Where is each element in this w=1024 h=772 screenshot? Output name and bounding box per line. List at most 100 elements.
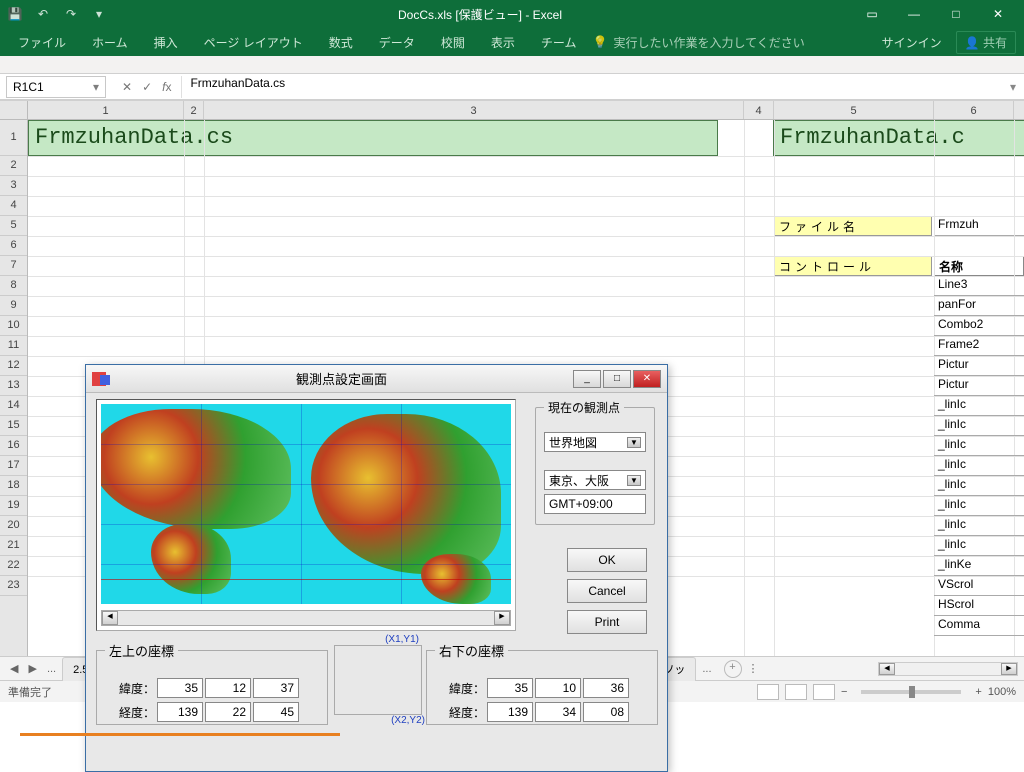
cell-control-item[interactable]: Frame2 <box>934 336 1024 356</box>
formula-input[interactable]: FrmzuhanData.cs <box>181 76 1002 98</box>
minimize-button[interactable]: — <box>894 1 934 27</box>
tab-nav-last-icon[interactable]: ▶ <box>24 662 40 675</box>
row-header[interactable]: 4 <box>0 196 27 216</box>
cell-control-item[interactable]: _linKe <box>934 556 1024 576</box>
row-header[interactable]: 14 <box>0 396 27 416</box>
grid[interactable]: 1234567891011121314151617181920212223 Fr… <box>0 120 1024 656</box>
tab-nav-first-icon[interactable]: ◀ <box>6 662 22 675</box>
zoom-level[interactable]: 100% <box>988 686 1016 698</box>
map-type-combo[interactable]: 世界地図▼ <box>544 432 646 452</box>
cell-control-item[interactable]: _linIc <box>934 396 1024 416</box>
gmt-field[interactable] <box>544 494 646 514</box>
normal-view-icon[interactable] <box>757 684 779 700</box>
tl-lat-m[interactable] <box>205 678 251 698</box>
row-header[interactable]: 8 <box>0 276 27 296</box>
cell-control-label[interactable]: コントロール <box>774 256 932 276</box>
row-header[interactable]: 23 <box>0 576 27 596</box>
ok-button[interactable]: OK <box>567 548 647 572</box>
page-break-view-icon[interactable] <box>813 684 835 700</box>
cell-control-item[interactable]: Pictur <box>934 356 1024 376</box>
col-header[interactable]: 5 <box>774 101 934 119</box>
cell-control-item[interactable]: VScrol <box>934 576 1024 596</box>
cell-control-item[interactable]: _linIc <box>934 516 1024 536</box>
tab-pagelayout[interactable]: ページ レイアウト <box>194 28 313 56</box>
br-lat-m[interactable] <box>535 678 581 698</box>
tab-home[interactable]: ホーム <box>82 28 138 56</box>
row-header[interactable]: 11 <box>0 336 27 356</box>
tab-ellipsis[interactable]: ... <box>43 663 60 675</box>
row-header[interactable]: 17 <box>0 456 27 476</box>
row-header[interactable]: 10 <box>0 316 27 336</box>
scroll-right-icon[interactable]: ▶ <box>494 611 510 625</box>
dialog-titlebar[interactable]: 観測点設定画面 _ □ ✕ <box>86 365 667 393</box>
row-header[interactable]: 16 <box>0 436 27 456</box>
dialog-maximize-button[interactable]: □ <box>603 370 631 388</box>
row-header[interactable]: 15 <box>0 416 27 436</box>
tl-lon-d[interactable] <box>157 702 203 722</box>
tab-insert[interactable]: 挿入 <box>144 28 188 56</box>
cell-file-value[interactable]: Frmzuh <box>934 216 1024 236</box>
row-header[interactable]: 19 <box>0 496 27 516</box>
br-lat-d[interactable] <box>487 678 533 698</box>
cancel-button[interactable]: Cancel <box>567 579 647 603</box>
row-header[interactable]: 18 <box>0 476 27 496</box>
chevron-down-icon[interactable]: ▼ <box>627 475 641 486</box>
tab-split-icon[interactable]: ⋮ <box>744 662 763 675</box>
cell-control-item[interactable]: _linIc <box>934 436 1024 456</box>
cell-control-item[interactable]: _linIc <box>934 536 1024 556</box>
cell-name-header[interactable]: 名称 <box>934 256 1024 276</box>
fx-icon[interactable]: fx <box>162 80 171 94</box>
formula-expand-icon[interactable]: ▾ <box>1002 80 1024 94</box>
cell-control-item[interactable]: Pictur <box>934 376 1024 396</box>
page-layout-view-icon[interactable] <box>785 684 807 700</box>
zoom-in-button[interactable]: + <box>975 686 981 698</box>
tl-lat-d[interactable] <box>157 678 203 698</box>
cell-control-item[interactable]: _linIc <box>934 416 1024 436</box>
br-lon-m[interactable] <box>535 702 581 722</box>
row-header[interactable]: 13 <box>0 376 27 396</box>
col-header[interactable]: 4 <box>744 101 774 119</box>
scroll-left-icon[interactable]: ◀ <box>102 611 118 625</box>
cell-control-item[interactable]: Comma <box>934 616 1024 636</box>
br-lon-s[interactable] <box>583 702 629 722</box>
city-combo[interactable]: 東京、大阪▼ <box>544 470 646 490</box>
map-h-scrollbar[interactable]: ◀ ▶ <box>101 610 511 626</box>
tl-lon-m[interactable] <box>205 702 251 722</box>
row-header[interactable]: 5 <box>0 216 27 236</box>
print-button[interactable]: Print <box>567 610 647 634</box>
close-button[interactable]: ✕ <box>978 1 1018 27</box>
cell-control-item[interactable]: _linIc <box>934 476 1024 496</box>
tab-file[interactable]: ファイル <box>8 28 76 56</box>
col-header[interactable]: 2 <box>184 101 204 119</box>
tab-formulas[interactable]: 数式 <box>319 28 363 56</box>
cell-control-item[interactable]: Combo2 <box>934 316 1024 336</box>
tl-lat-s[interactable] <box>253 678 299 698</box>
signin-link[interactable]: サインイン <box>874 34 950 51</box>
row-header[interactable]: 9 <box>0 296 27 316</box>
maximize-button[interactable]: □ <box>936 1 976 27</box>
scroll-left-icon[interactable]: ◀ <box>879 663 895 675</box>
ribbon-options-icon[interactable]: ▭ <box>852 1 892 27</box>
col-header[interactable]: 6 <box>934 101 1014 119</box>
row-header[interactable]: 3 <box>0 176 27 196</box>
tab-team[interactable]: チーム <box>531 28 587 56</box>
zoom-slider[interactable] <box>861 690 961 694</box>
tab-review[interactable]: 校閲 <box>431 28 475 56</box>
row-header[interactable]: 6 <box>0 236 27 256</box>
tl-lon-s[interactable] <box>253 702 299 722</box>
row-header[interactable]: 12 <box>0 356 27 376</box>
row-header[interactable]: 2 <box>0 156 27 176</box>
col-header[interactable]: 3 <box>204 101 744 119</box>
add-sheet-button[interactable]: + <box>724 660 742 678</box>
cell-title-1[interactable]: FrmzuhanData.cs <box>28 120 718 156</box>
tab-ellipsis-right[interactable]: ... <box>698 663 715 675</box>
br-lon-d[interactable] <box>487 702 533 722</box>
row-header[interactable]: 21 <box>0 536 27 556</box>
select-all-button[interactable] <box>0 101 28 119</box>
enter-formula-icon[interactable]: ✓ <box>142 80 152 94</box>
dialog-minimize-button[interactable]: _ <box>573 370 601 388</box>
save-icon[interactable]: 💾 <box>6 5 24 23</box>
cell-control-item[interactable]: panFor <box>934 296 1024 316</box>
tell-me[interactable]: 💡実行したい作業を入力してください <box>592 34 867 51</box>
cell-control-item[interactable]: _linIc <box>934 496 1024 516</box>
